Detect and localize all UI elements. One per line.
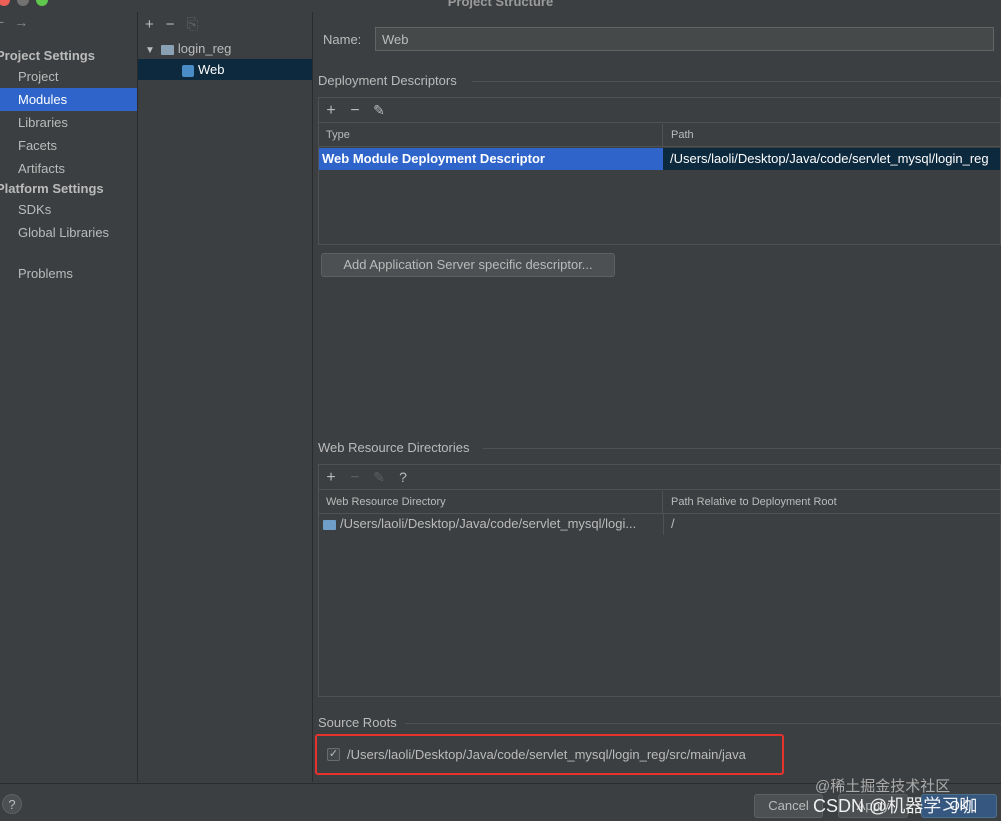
tree-node-web-facet[interactable]: Web [138, 59, 312, 80]
table-row[interactable]: /Users/laoli/Desktop/Java/code/servlet_m… [319, 513, 1000, 535]
source-root-path: /Users/laoli/Desktop/Java/code/servlet_m… [347, 747, 746, 762]
arrow-right-icon[interactable]: → [14, 14, 28, 30]
resource-directory-cell: /Users/laoli/Desktop/Java/code/servlet_m… [319, 513, 663, 535]
descriptor-path-cell: /Users/laoli/Desktop/Java/code/servlet_m… [663, 148, 1000, 170]
chevron-down-icon[interactable]: ▼ [145, 45, 155, 56]
nav-item-sdks[interactable]: SDKs [0, 198, 137, 221]
descriptor-type-cell: Web Module Deployment Descriptor [322, 151, 545, 166]
remove-descriptor-button[interactable]: − [343, 99, 367, 123]
platform-settings-header: Platform Settings [0, 181, 104, 196]
web-facet-icon [182, 64, 194, 77]
nav-item-global-libraries[interactable]: Global Libraries [0, 221, 137, 244]
tree-node-module[interactable]: ▼ login_reg [138, 38, 312, 59]
deployment-header-row: Type Path [319, 124, 1000, 147]
module-folder-icon [160, 44, 174, 55]
nav-item-facets[interactable]: Facets [0, 134, 137, 157]
deployment-toolbar: + − ✎ [319, 98, 1000, 123]
watermark-line2: CSDN @机器学习咖 [813, 796, 978, 816]
divider [472, 81, 1001, 82]
facet-name: Web [198, 62, 225, 77]
add-descriptor-button[interactable]: + [319, 99, 343, 123]
web-resource-table: + − ✎? Web Resource Directory Path Relativ… [318, 464, 1001, 697]
nav-history-arrows: − → [0, 14, 38, 30]
resource-relative-cell: / [663, 513, 1000, 535]
module-name: login_reg [177, 41, 232, 56]
pencil-icon[interactable]: ✎ [367, 465, 391, 489]
deployment-descriptors-title: Deployment Descriptors [318, 73, 457, 88]
pencil-icon[interactable]: ✎ [367, 98, 391, 122]
source-roots-title: Source Roots [318, 715, 397, 730]
nav-item-problems[interactable]: Problems [0, 262, 137, 285]
column-header-type[interactable]: Type [319, 124, 663, 146]
resource-toolbar: + − ✎? [319, 465, 1000, 490]
nav-item-libraries[interactable]: Libraries [0, 111, 137, 134]
window-title: Project Structure [447, 0, 554, 9]
name-field[interactable]: Web [375, 27, 994, 51]
folder-icon [323, 519, 336, 530]
add-module-button[interactable]: + [145, 16, 154, 33]
column-header-path[interactable]: Path [664, 124, 1000, 146]
remove-resource-button[interactable]: − [343, 466, 367, 490]
remove-module-button[interactable]: − [166, 16, 175, 33]
add-server-descriptor-button[interactable]: Add Application Server specific descript… [321, 253, 615, 277]
divider [483, 448, 1001, 449]
module-tree-panel [138, 12, 313, 782]
copy-icon[interactable]: ⎘ [187, 16, 199, 33]
help-button[interactable]: ? [391, 465, 415, 489]
divider [405, 723, 1001, 724]
column-header-relative-path[interactable]: Path Relative to Deployment Root [664, 491, 1000, 513]
resource-header-row: Web Resource Directory Path Relative to … [319, 491, 1000, 514]
project-settings-header: Project Settings [0, 48, 95, 63]
table-row[interactable]: Web Module Deployment Descriptor /Users/… [319, 148, 1000, 170]
web-resource-directories-title: Web Resource Directories [318, 440, 470, 455]
resource-directory-text: /Users/laoli/Desktop/Java/code/servlet_m… [340, 516, 637, 531]
column-header-directory[interactable]: Web Resource Directory [319, 491, 663, 513]
source-root-checkbox[interactable]: ✓ [327, 748, 340, 761]
nav-item-project[interactable]: Project [0, 65, 137, 88]
deployment-descriptors-table: + − ✎ Type Path Web Module Deployment Desc… [318, 97, 1001, 245]
nav-item-modules[interactable]: Modules [0, 88, 137, 111]
minus-icon[interactable]: − [0, 14, 4, 30]
tree-toolbar: + − ⎘ [145, 16, 211, 33]
name-label: Name: [323, 32, 362, 47]
nav-item-artifacts[interactable]: Artifacts [0, 157, 137, 180]
add-resource-button[interactable]: + [319, 466, 343, 490]
help-button[interactable]: ? [2, 794, 22, 814]
